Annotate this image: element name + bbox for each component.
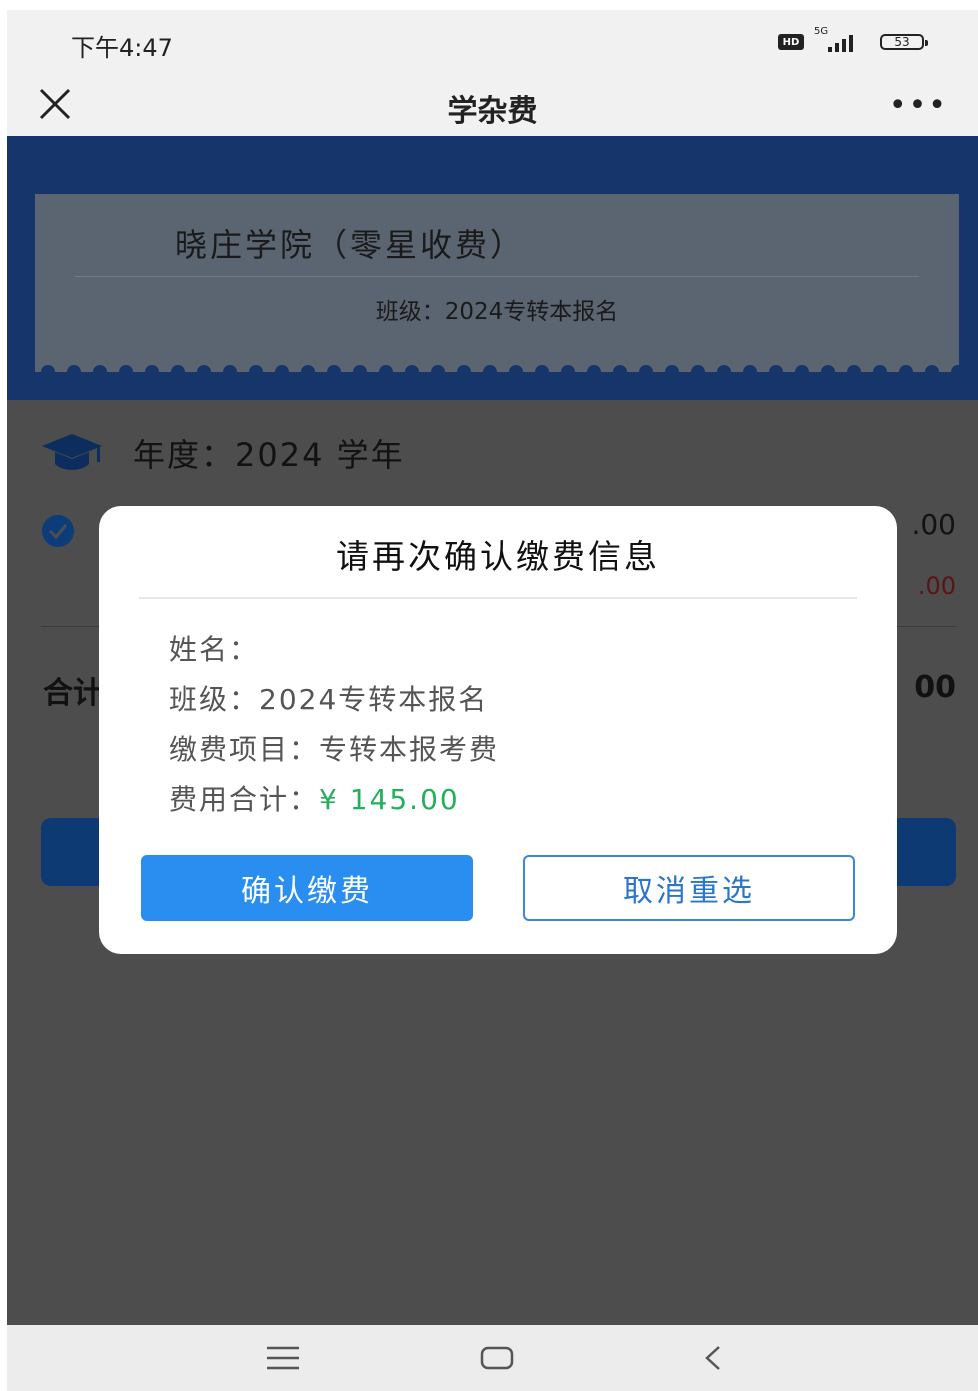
more-icon[interactable]: ••• xyxy=(889,88,948,123)
class-label: 班级： xyxy=(169,683,260,716)
page-title: 学杂费 xyxy=(447,94,538,129)
status-time: 下午4:47 xyxy=(71,34,173,62)
hd-icon: HD xyxy=(778,34,804,50)
class-row: 班级：2024专转本报名 xyxy=(169,678,488,718)
item-amount: .00 xyxy=(911,508,956,541)
item-sub-amount: .00 xyxy=(917,572,956,600)
item-row: 缴费项目：专转本报考费 xyxy=(169,728,499,768)
ticket-scallop-edge xyxy=(35,362,959,382)
item-label: 缴费项目： xyxy=(169,733,320,766)
screen: 下午4:47 HD 5G 53 学杂费 ••• 晓庄学院（零星收费） 班级：20… xyxy=(7,10,978,1391)
dialog-divider xyxy=(139,597,857,599)
school-name: 晓庄学院（零星收费） xyxy=(175,226,526,264)
confirm-pay-button[interactable]: 确认缴费 xyxy=(141,855,473,921)
graduation-cap-icon xyxy=(42,434,102,470)
total-value: ¥ 145.00 xyxy=(319,783,460,816)
status-bar: 下午4:47 HD 5G 53 xyxy=(7,10,978,70)
year-label: 年度：2024 学年 xyxy=(133,436,405,474)
battery-icon: 53 xyxy=(880,34,928,50)
year-row: 年度：2024 学年 xyxy=(41,430,405,476)
class-value: 2024专转本报名 xyxy=(259,683,489,716)
header-banner: 晓庄学院（零星收费） 班级：2024专转本报名 xyxy=(7,136,978,400)
signal-icon: 5G xyxy=(814,26,870,52)
total-amount: 00 xyxy=(914,670,956,705)
check-circle-icon[interactable] xyxy=(41,514,75,548)
class-name: 班级：2024专转本报名 xyxy=(375,299,619,325)
ticket-divider xyxy=(75,276,919,277)
confirm-dialog: 请再次确认缴费信息 姓名： 班级：2024专转本报名 缴费项目：专转本报考费 费… xyxy=(99,506,897,954)
name-row: 姓名： xyxy=(169,628,259,668)
back-icon[interactable] xyxy=(693,1341,733,1375)
name-label: 姓名： xyxy=(169,633,260,666)
status-icons: HD 5G 53 xyxy=(778,26,928,52)
home-icon[interactable] xyxy=(477,1341,517,1375)
network-type: 5G xyxy=(814,26,829,37)
total-row: 费用合计：¥ 145.00 xyxy=(169,778,460,818)
dialog-title: 请再次确认缴费信息 xyxy=(336,537,660,576)
system-nav-bar xyxy=(7,1325,978,1391)
nav-bar: 学杂费 ••• xyxy=(7,70,978,136)
cancel-reselect-button[interactable]: 取消重选 xyxy=(523,855,855,921)
total-label: 合计 xyxy=(43,676,103,711)
menu-icon[interactable] xyxy=(263,1341,303,1375)
total-label: 费用合计： xyxy=(169,783,320,816)
fee-ticket: 晓庄学院（零星收费） 班级：2024专转本报名 xyxy=(35,194,959,382)
item-value: 专转本报考费 xyxy=(319,733,500,766)
